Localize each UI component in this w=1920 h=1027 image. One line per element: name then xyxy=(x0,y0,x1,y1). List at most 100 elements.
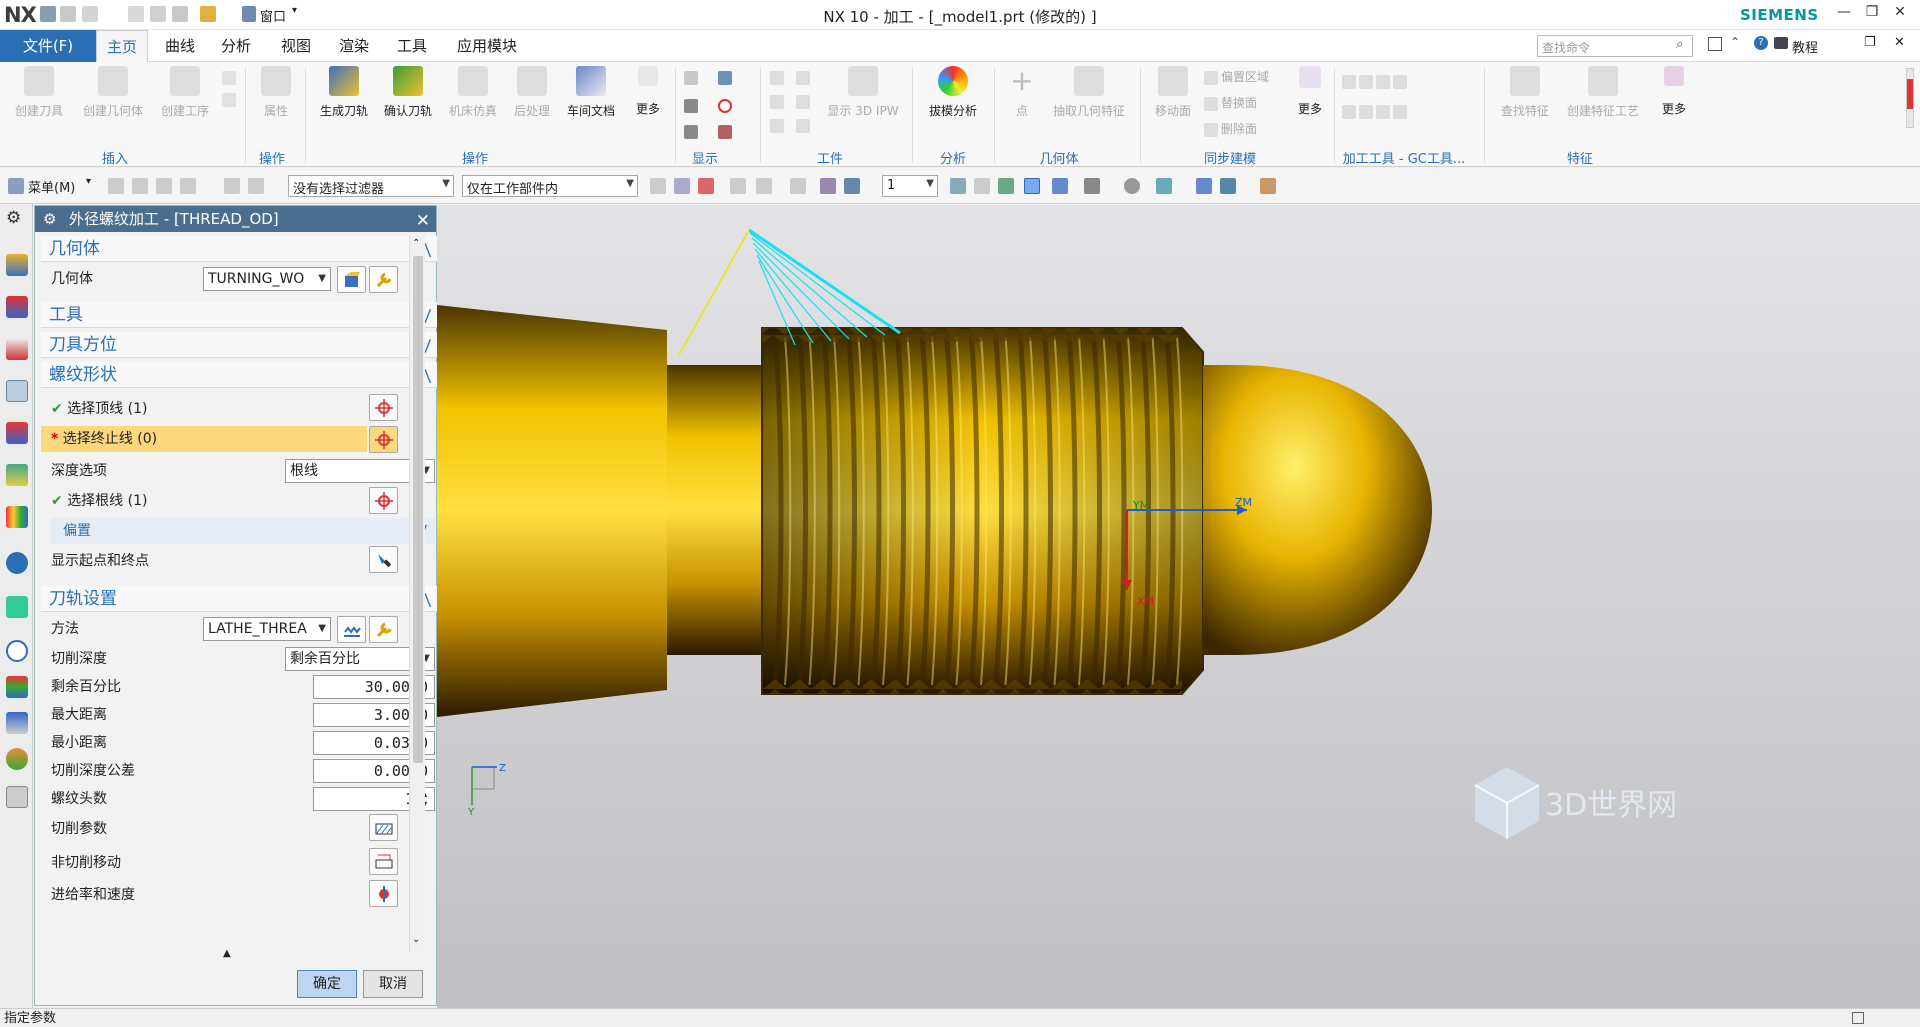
shop-documentation-button[interactable]: 车间文档 xyxy=(560,66,622,128)
system-scene-icon[interactable] xyxy=(6,786,28,808)
select-tool-icon[interactable] xyxy=(132,178,148,194)
ribbon-collapse-icon[interactable]: ⌃ xyxy=(1730,35,1740,49)
tab-view[interactable]: 视图 xyxy=(272,30,320,62)
gear-icon[interactable]: ⚙ xyxy=(43,206,56,232)
ok-button[interactable]: 确定 xyxy=(297,970,357,998)
select-top-line-button[interactable] xyxy=(369,394,398,421)
snap-icon[interactable] xyxy=(820,178,836,194)
section-thread-shape[interactable]: 螺纹形状⋀ xyxy=(41,362,439,388)
display-tool-3[interactable] xyxy=(684,96,701,114)
machining-feature-navigator-icon[interactable] xyxy=(6,338,28,360)
fullscreen-icon[interactable] xyxy=(1852,1012,1864,1024)
geometry-dropdown[interactable]: TURNING_WO ▼ xyxy=(203,267,331,291)
snap-icon[interactable] xyxy=(730,178,746,194)
cancel-button[interactable]: 取消 xyxy=(363,970,423,998)
insert-small-1[interactable] xyxy=(222,68,239,86)
view-tool-icon[interactable] xyxy=(974,178,990,194)
close-icon[interactable]: ✕ xyxy=(416,208,430,234)
minimize-button[interactable]: — xyxy=(1832,4,1856,24)
edit-method-button[interactable] xyxy=(369,616,398,643)
restore-button[interactable]: ❐ xyxy=(1860,4,1884,24)
tab-render[interactable]: 渲染 xyxy=(330,30,378,62)
web-browser-icon[interactable] xyxy=(6,552,28,574)
create-geometry-button[interactable]: 创建几何体 xyxy=(76,66,150,128)
workpiece-tool-2[interactable] xyxy=(796,68,813,86)
view-tool-icon[interactable] xyxy=(1024,178,1040,194)
offset-subsection[interactable]: 偏置⋁ xyxy=(51,518,435,544)
delete-face-button[interactable]: 删除面 xyxy=(1204,120,1257,138)
view-tool-icon[interactable] xyxy=(950,178,966,194)
history-icon[interactable] xyxy=(6,596,28,618)
machine-tool-navigator-icon[interactable] xyxy=(6,296,28,318)
rotate-icon[interactable] xyxy=(998,178,1014,194)
gc-tool-1[interactable] xyxy=(1342,72,1410,90)
view-tool-icon[interactable] xyxy=(1220,178,1236,194)
workpiece-tool-3[interactable] xyxy=(770,92,787,110)
tab-curve[interactable]: 曲线 xyxy=(156,30,204,62)
doc-close-button[interactable]: ✕ xyxy=(1894,35,1905,50)
display-tool-2[interactable] xyxy=(718,68,735,86)
create-feature-process-button[interactable]: 创建特征工艺 xyxy=(1560,66,1646,128)
non-cut-moves-button[interactable] xyxy=(369,848,398,875)
scroll-up-arrow-icon[interactable]: ▲ xyxy=(223,948,231,959)
section-tool[interactable]: 工具⋁ xyxy=(41,302,439,328)
gear-icon[interactable]: ⚙ xyxy=(6,208,28,230)
create-operation-button[interactable]: 创建工序 xyxy=(154,66,216,128)
section-geometry[interactable]: 几何体⋀ xyxy=(41,236,439,262)
replace-face-button[interactable]: 替换面 xyxy=(1204,94,1257,112)
select-end-line-row[interactable]: * 选择终止线 (0) xyxy=(41,426,367,452)
scroll-up-icon[interactable]: ⌃ xyxy=(412,238,420,249)
select-root-line-button[interactable] xyxy=(369,487,398,514)
select-tool-icon[interactable] xyxy=(224,178,240,194)
menu-button[interactable]: 菜单(M) xyxy=(28,177,75,196)
system-materials-icon[interactable] xyxy=(6,676,28,698)
layer-dropdown[interactable]: 1 ▼ xyxy=(882,175,938,197)
render-style-icon[interactable] xyxy=(1124,178,1140,194)
generate-toolpath-button[interactable]: 生成刀轨 xyxy=(314,66,374,128)
chevron-down-icon[interactable]: ▾ xyxy=(86,176,91,187)
ribbon-scroll[interactable] xyxy=(1906,68,1914,128)
scrollbar-thumb[interactable] xyxy=(413,256,423,763)
help-icon[interactable]: ? xyxy=(1754,36,1768,50)
extract-geometry-button[interactable]: 抽取几何特征 xyxy=(1044,66,1134,128)
scroll-down-icon[interactable]: ⌄ xyxy=(412,934,420,945)
snap-icon[interactable] xyxy=(790,178,806,194)
new-method-button[interactable] xyxy=(337,616,366,643)
selection-scope-dropdown[interactable]: 仅在工作部件内 ▼ xyxy=(462,175,638,197)
view-tool-icon[interactable] xyxy=(1196,178,1212,194)
tab-home[interactable]: 主页 xyxy=(96,30,148,62)
workpiece-tool-6[interactable] xyxy=(796,116,813,134)
select-tool-icon[interactable] xyxy=(108,178,124,194)
workpiece-tool-1[interactable] xyxy=(770,68,787,86)
point-button[interactable]: + 点 xyxy=(1004,66,1040,128)
show-start-end-button[interactable] xyxy=(369,546,398,573)
workpiece-tool-5[interactable] xyxy=(770,116,787,134)
move-face-button[interactable]: 移动面 xyxy=(1148,66,1198,128)
select-tool-icon[interactable] xyxy=(248,178,264,194)
file-tab[interactable]: 文件(F) xyxy=(0,30,96,62)
sync-more-button[interactable]: 更多 xyxy=(1292,66,1328,128)
part-navigator-icon[interactable] xyxy=(6,464,28,486)
display-tool-6[interactable] xyxy=(718,122,735,140)
display-tool-4[interactable] xyxy=(718,96,735,114)
postprocess-button[interactable]: 后处理 xyxy=(508,66,556,128)
select-tool-icon[interactable] xyxy=(156,178,172,194)
operation-navigator-icon[interactable] xyxy=(6,254,28,276)
search-icon[interactable]: ⌕ xyxy=(1676,37,1683,52)
find-feature-button[interactable]: 查找特征 xyxy=(1494,66,1556,128)
properties-button[interactable]: 属性 xyxy=(256,66,296,128)
window-layout-icon[interactable] xyxy=(1708,37,1722,51)
roles-icon[interactable] xyxy=(6,748,28,770)
render-style-icon[interactable] xyxy=(1084,178,1100,194)
create-tool-button[interactable]: 创建刀具 xyxy=(8,66,70,128)
doc-restore-button[interactable]: ❐ xyxy=(1864,35,1876,50)
snap-icon[interactable] xyxy=(756,178,772,194)
tab-analysis[interactable]: 分析 xyxy=(212,30,260,62)
offset-region-button[interactable]: 偏置区域 xyxy=(1204,68,1269,86)
verify-toolpath-button[interactable]: 确认刀轨 xyxy=(378,66,438,128)
close-button[interactable]: ✕ xyxy=(1888,4,1912,24)
snap-icon[interactable] xyxy=(698,178,714,194)
workpiece-tool-4[interactable] xyxy=(796,92,813,110)
display-tool-1[interactable] xyxy=(684,68,701,86)
process-studio-icon[interactable] xyxy=(6,712,28,734)
